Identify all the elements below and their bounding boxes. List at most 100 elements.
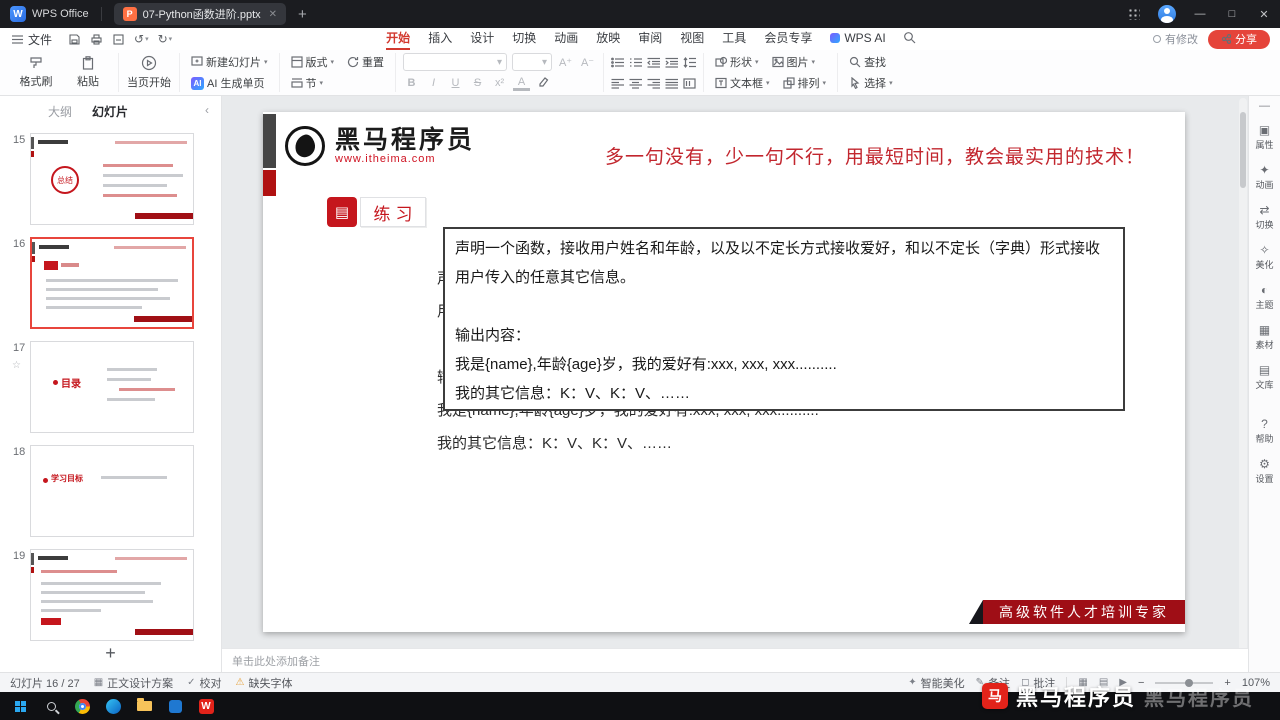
align-left-button[interactable] [611, 78, 625, 89]
zoom-slider-knob[interactable] [1185, 678, 1194, 687]
missing-font-button[interactable]: ⚠ 缺失字体 [236, 675, 293, 691]
outline-tab[interactable]: 大纲 [48, 103, 72, 120]
apps-grid-icon[interactable] [1128, 8, 1140, 20]
view-sorter-button[interactable]: ▤ [1099, 677, 1108, 688]
decrease-font-button[interactable]: A⁻ [579, 56, 596, 69]
sidebar-item-settings[interactable]: ⚙ 设置 [1249, 452, 1280, 492]
picture-button[interactable]: 图片 ▾ [768, 53, 820, 71]
section-button[interactable]: 节 ▾ [287, 74, 328, 92]
user-avatar[interactable] [1158, 5, 1176, 23]
proofread-button[interactable]: ✓ 校对 [187, 675, 221, 691]
shape-button[interactable]: 形状 ▾ [711, 53, 763, 71]
tab-home[interactable]: 开始 [377, 28, 419, 50]
sidebar-item-animation[interactable]: ✦ 动画 [1249, 158, 1280, 198]
tab-tools[interactable]: 工具 [713, 28, 755, 50]
sidebar-item-properties[interactable]: ▣ 属性 [1249, 118, 1280, 158]
minimize-button[interactable]: — [1184, 0, 1216, 28]
underline-button[interactable]: U [447, 77, 464, 89]
sidebar-item-help[interactable]: ? 帮助 [1249, 412, 1280, 452]
text-direction-button[interactable] [683, 77, 696, 89]
tab-member[interactable]: 会员专享 [755, 28, 821, 50]
vertical-scrollbar[interactable] [1239, 98, 1247, 670]
taskbar-app-button[interactable] [163, 694, 187, 718]
arrange-button[interactable]: 排列 ▾ [779, 74, 831, 92]
font-color-button[interactable]: A [513, 76, 531, 91]
sidebar-item-transition[interactable]: ⇄ 切换 [1249, 198, 1280, 238]
tab-animation[interactable]: 动画 [545, 28, 587, 50]
new-tab-button[interactable]: + [298, 6, 307, 23]
tab-close-icon[interactable]: ✕ [269, 9, 277, 20]
tab-design[interactable]: 设计 [461, 28, 503, 50]
sidebar-item-beautify[interactable]: ✧ 美化 [1249, 238, 1280, 278]
maximize-button[interactable]: □ [1216, 0, 1248, 28]
sidebar-collapse-button[interactable]: — [1259, 100, 1270, 118]
redo-button[interactable]: ↻ ▾ [158, 32, 173, 46]
taskbar-search-button[interactable] [39, 694, 63, 718]
find-button[interactable]: 查找 [845, 53, 890, 71]
slide-thumbnail-17[interactable]: 17 ☆ 目录 [0, 336, 221, 440]
slide-thumbnail-18[interactable]: 18 学习目标 [0, 440, 221, 544]
italic-button[interactable]: I [425, 77, 442, 89]
notes-area[interactable]: 单击此处添加备注 [222, 648, 1248, 672]
panel-collapse-button[interactable]: ‹ [205, 103, 209, 117]
slideshow-button[interactable]: ▶ [1119, 677, 1127, 688]
strikethrough-button[interactable]: S [469, 77, 486, 89]
superscript-button[interactable]: x² [491, 77, 508, 89]
highlight-button[interactable] [535, 76, 552, 90]
taskbar-chrome-button[interactable] [70, 694, 94, 718]
comment-button[interactable]: ◻ 批注 [1021, 675, 1055, 691]
start-button[interactable] [8, 694, 32, 718]
format-painter-button[interactable]: 格式刷 [13, 56, 59, 89]
document-tab[interactable]: P 07-Python函数进阶.pptx ✕ [113, 3, 287, 25]
reset-button[interactable]: 重置 [343, 53, 388, 71]
print-button[interactable] [90, 33, 103, 46]
play-from-current-button[interactable]: 当页开始 [126, 55, 172, 90]
search-icon[interactable] [903, 31, 916, 47]
select-button[interactable]: 选择 ▾ [845, 74, 897, 92]
ai-generate-button[interactable]: AI AI 生成单页 [187, 74, 268, 92]
paste-button[interactable]: 粘贴 [65, 56, 111, 89]
sidebar-item-library[interactable]: ▤ 文库 [1249, 358, 1280, 398]
tab-transition[interactable]: 切换 [503, 28, 545, 50]
increase-indent-button[interactable] [665, 57, 679, 68]
line-spacing-button[interactable] [683, 56, 697, 68]
note-button[interactable]: ✎ 备注 [976, 675, 1010, 691]
zoom-slider[interactable] [1155, 678, 1214, 687]
tab-wps-ai[interactable]: WPS AI [821, 28, 894, 50]
export-pdf-button[interactable] [112, 33, 125, 46]
textbox-button[interactable]: 文本框 ▾ [711, 74, 774, 92]
current-slide[interactable]: 黑马程序员 www.itheima.com 多一句没有，少一句不行，用最短时间，… [263, 112, 1185, 632]
wps-logo-icon[interactable]: W [10, 6, 26, 22]
tab-review[interactable]: 审阅 [629, 28, 671, 50]
bullet-list-button[interactable] [611, 57, 625, 68]
zoom-out-button[interactable]: − [1138, 677, 1144, 689]
increase-font-button[interactable]: A⁺ [557, 56, 574, 69]
smart-beautify-button[interactable]: ✦ 智能美化 [908, 675, 964, 691]
taskbar-edge-button[interactable] [101, 694, 125, 718]
taskbar-explorer-button[interactable] [132, 694, 156, 718]
zoom-level[interactable]: 107% [1242, 677, 1270, 689]
design-scheme-button[interactable]: ▦ 正文设计方案 [94, 675, 173, 691]
save-button[interactable] [68, 33, 81, 46]
align-center-button[interactable] [629, 78, 643, 89]
close-button[interactable]: ✕ [1248, 0, 1280, 28]
sidebar-item-assets[interactable]: ▦ 素材 [1249, 318, 1280, 358]
taskbar-wps-button[interactable]: W [194, 694, 218, 718]
add-slide-button[interactable]: + [0, 643, 221, 664]
tab-slideshow[interactable]: 放映 [587, 28, 629, 50]
undo-button[interactable]: ↺ ▾ [134, 32, 149, 46]
tab-view[interactable]: 视图 [671, 28, 713, 50]
align-right-button[interactable] [647, 78, 661, 89]
tab-insert[interactable]: 插入 [419, 28, 461, 50]
file-menu[interactable]: 文件 [12, 31, 52, 48]
new-slide-button[interactable]: 新建幻灯片 ▾ [187, 53, 272, 71]
bold-button[interactable]: B [403, 77, 420, 89]
font-size-select[interactable]: ▾ [512, 53, 553, 71]
scrollbar-thumb[interactable] [1240, 112, 1246, 188]
selected-textbox[interactable]: 声明一个函数，接收用户姓名和年龄，以及以不定长方式接收爱好，和以不定长（字典）形… [443, 227, 1125, 411]
layout-button[interactable]: 版式 ▾ [287, 53, 339, 71]
slides-tab[interactable]: 幻灯片 [92, 103, 128, 120]
slide-thumbnail-19[interactable]: 19 [0, 544, 221, 648]
decrease-indent-button[interactable] [647, 57, 661, 68]
share-button[interactable]: 分享 [1208, 29, 1270, 49]
